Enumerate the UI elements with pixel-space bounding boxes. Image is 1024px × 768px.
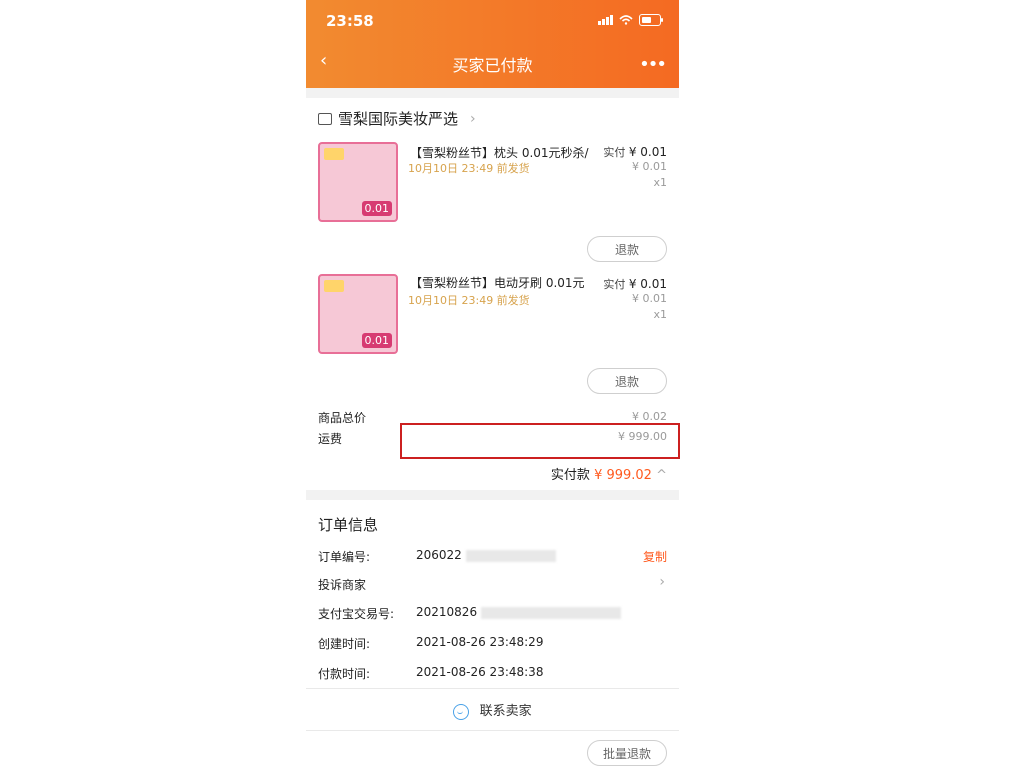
divider bbox=[306, 730, 679, 731]
product-name: 【雪梨粉丝节】电动牙刷 0.01元 bbox=[410, 276, 585, 290]
redacted-text bbox=[480, 606, 621, 619]
signal-icon bbox=[598, 15, 613, 25]
shipping-label: 运费 bbox=[318, 432, 343, 446]
refund-button[interactable]: 退款 bbox=[587, 236, 667, 262]
quantity: x1 bbox=[653, 308, 667, 321]
header-bar: 23:58 ‹ 买家已付款 ••• bbox=[306, 0, 679, 88]
order-number-text: 206022 bbox=[416, 548, 462, 562]
status-time: 23:58 bbox=[326, 12, 374, 30]
status-icons bbox=[598, 14, 663, 26]
more-options-button[interactable]: ••• bbox=[639, 54, 667, 75]
actual-payment-value: ¥ 999.02 bbox=[594, 468, 652, 483]
original-price: ¥ 0.01 bbox=[632, 160, 667, 173]
highlight-box bbox=[400, 423, 680, 459]
complain-seller-label[interactable]: 投诉商家 bbox=[318, 576, 366, 593]
promo-sticker-icon bbox=[324, 280, 344, 292]
shop-icon bbox=[318, 112, 332, 125]
chevron-up-icon: ^ bbox=[656, 468, 667, 483]
shop-name: 雪梨国际美妆严选 bbox=[338, 110, 459, 128]
paid-label: 实付 bbox=[603, 278, 626, 291]
actual-payment-label: 实付款 bbox=[550, 468, 590, 483]
shop-row[interactable]: 雪梨国际美妆严选 › bbox=[318, 108, 476, 129]
contact-seller-label: 联系卖家 bbox=[479, 704, 532, 719]
contact-seller-button[interactable]: 联系卖家 bbox=[306, 700, 679, 720]
actual-payment: 实付款 ¥ 999.02 ^ bbox=[551, 464, 667, 483]
alipay-trade-no-value: 20210826 bbox=[416, 605, 621, 619]
wifi-icon bbox=[619, 15, 633, 25]
battery-icon bbox=[639, 14, 663, 26]
price-badge: 0.01 bbox=[361, 201, 392, 216]
quantity: x1 bbox=[653, 176, 667, 189]
price-badge: 0.01 bbox=[361, 333, 392, 348]
product-image: 0.01 bbox=[318, 274, 398, 354]
order-number-value: 206022 bbox=[416, 548, 556, 562]
bulk-refund-button[interactable]: 批量退款 bbox=[587, 740, 667, 766]
redacted-text bbox=[465, 549, 556, 562]
product-name: 【雪梨粉丝节】枕头 0.01元秒杀/ bbox=[410, 146, 589, 160]
order-number-label: 订单编号: bbox=[318, 550, 371, 564]
paid-time-label: 付款时间: bbox=[318, 667, 371, 681]
paid-label: 实付 bbox=[603, 146, 626, 159]
paid-time-value: 2021-08-26 23:48:38 bbox=[416, 665, 544, 679]
ship-deadline: 10月10日 23:49 前发货 bbox=[408, 162, 530, 175]
section-gap bbox=[306, 88, 679, 98]
refund-button[interactable]: 退款 bbox=[587, 368, 667, 394]
divider bbox=[306, 688, 679, 689]
alipay-trade-no-text: 20210826 bbox=[416, 605, 478, 619]
order-info-title: 订单信息 bbox=[318, 516, 379, 534]
goods-total-value: ¥ 0.02 bbox=[632, 410, 667, 423]
original-price: ¥ 0.01 bbox=[632, 292, 667, 305]
section-gap bbox=[306, 490, 679, 500]
page-title: 买家已付款 bbox=[452, 56, 533, 75]
product-image: 0.01 bbox=[318, 142, 398, 222]
chevron-right-icon: › bbox=[470, 110, 476, 127]
copy-button[interactable]: 复制 bbox=[643, 548, 667, 565]
order-detail-screen: 23:58 ‹ 买家已付款 ••• 雪梨国际美妆严选 › 0.01 【雪梨粉丝节… bbox=[306, 0, 679, 768]
paid-price-row: 实付 ¥ 0.01 bbox=[603, 144, 667, 160]
ship-deadline: 10月10日 23:49 前发货 bbox=[408, 294, 530, 307]
created-time-label: 创建时间: bbox=[318, 637, 371, 651]
created-time-value: 2021-08-26 23:48:29 bbox=[416, 635, 544, 649]
alipay-trade-no-label: 支付宝交易号: bbox=[318, 607, 395, 621]
paid-value: ¥ 0.01 bbox=[628, 277, 667, 291]
promo-sticker-icon bbox=[324, 148, 344, 160]
paid-value: ¥ 0.01 bbox=[628, 145, 667, 159]
goods-total-label: 商品总价 bbox=[318, 411, 367, 425]
chevron-right-icon: › bbox=[659, 574, 665, 590]
paid-price-row: 实付 ¥ 0.01 bbox=[603, 276, 667, 292]
chat-icon bbox=[453, 703, 470, 720]
